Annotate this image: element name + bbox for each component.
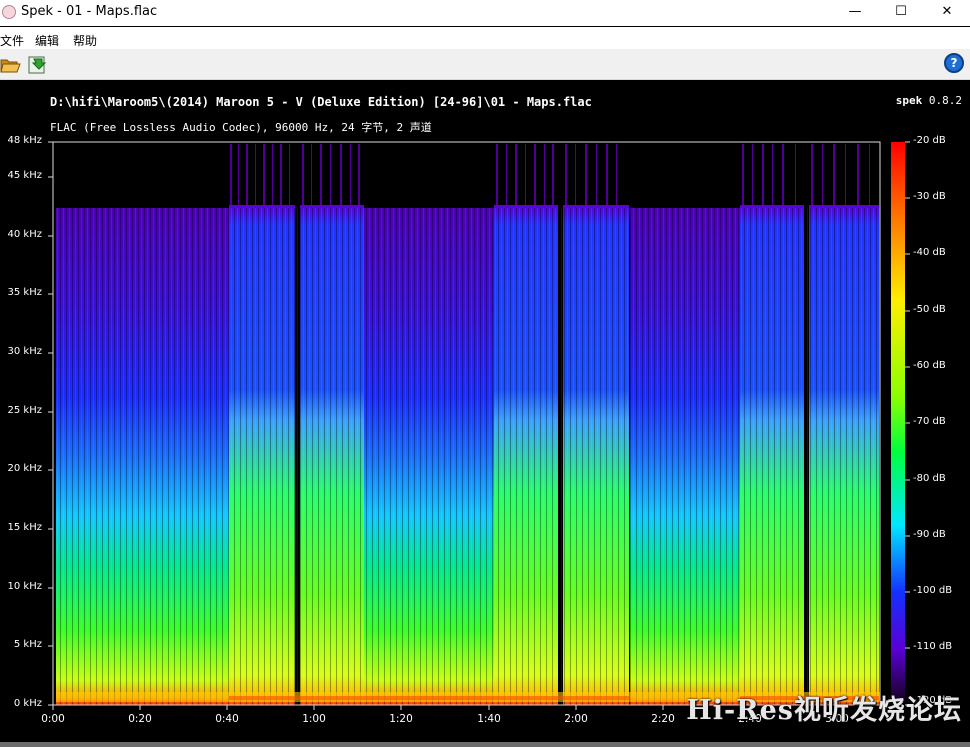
time-tick-label: 1:40	[477, 713, 501, 725]
time-tick-label: 2:20	[651, 713, 675, 725]
db-tick-label: -30 dB	[913, 191, 946, 202]
time-tick-label: 1:00	[302, 713, 326, 725]
folder-open-icon	[0, 59, 21, 73]
spectrogram-image	[52, 141, 881, 706]
freq-tick-label: 48 kHz	[7, 135, 42, 146]
db-tick-label: -80 dB	[913, 473, 946, 484]
menu-bar: 文件 编辑 帮助	[0, 27, 970, 49]
frequency-axis-ticks	[48, 141, 53, 706]
freq-tick-label: 35 kHz	[7, 287, 42, 298]
spectrogram-chart	[48, 141, 910, 710]
time-tick-label: 0:00	[41, 713, 65, 725]
desktop-strip	[0, 742, 970, 747]
db-tick-label: -40 dB	[913, 247, 946, 258]
freq-tick-label: 0 kHz	[13, 698, 42, 709]
db-color-scale	[891, 141, 910, 706]
save-export-icon	[28, 56, 47, 74]
minimize-button[interactable]: —	[832, 0, 878, 26]
time-tick-label: 1:20	[389, 713, 413, 725]
db-tick-label: -100 dB	[913, 585, 953, 596]
db-tick-label: -110 dB	[913, 641, 953, 652]
db-tick-label: -90 dB	[913, 529, 946, 540]
menu-help[interactable]: 帮助	[73, 32, 97, 49]
freq-tick-label: 10 kHz	[7, 581, 42, 592]
db-tick-label: -70 dB	[913, 416, 946, 427]
menu-edit[interactable]: 编辑	[35, 32, 59, 49]
freq-tick-label: 5 kHz	[13, 639, 42, 650]
freq-tick-label: 30 kHz	[7, 346, 42, 357]
close-button[interactable]: ✕	[924, 0, 970, 26]
spectrogram-panel: D:\hifi\Maroom5\(2014) Maroon 5 - V (Del…	[0, 80, 970, 747]
forum-watermark: Hi-Res视听发烧论坛	[686, 695, 962, 726]
db-tick-label: -20 dB	[913, 135, 946, 146]
save-button[interactable]	[26, 54, 48, 76]
window-titlebar: Spek - 01 - Maps.flac — ☐ ✕	[0, 0, 970, 26]
help-icon[interactable]: ?	[944, 53, 964, 73]
window-title: Spek - 01 - Maps.flac	[21, 4, 158, 19]
db-tick-label: -60 dB	[913, 360, 946, 371]
toolbar: ?	[0, 49, 970, 80]
open-file-button[interactable]	[0, 54, 22, 76]
db-tick-label: -50 dB	[913, 304, 946, 315]
time-tick-label: 2:00	[564, 713, 588, 725]
time-tick-label: 0:20	[128, 713, 152, 725]
time-tick-label: 0:40	[215, 713, 239, 725]
maximize-button[interactable]: ☐	[878, 0, 924, 26]
freq-tick-label: 40 kHz	[7, 229, 42, 240]
freq-tick-label: 45 kHz	[7, 170, 42, 181]
freq-tick-label: 20 kHz	[7, 463, 42, 474]
spek-app-icon	[2, 5, 16, 19]
menu-file[interactable]: 文件	[0, 32, 24, 49]
freq-tick-label: 25 kHz	[7, 405, 42, 416]
freq-tick-label: 15 kHz	[7, 522, 42, 533]
